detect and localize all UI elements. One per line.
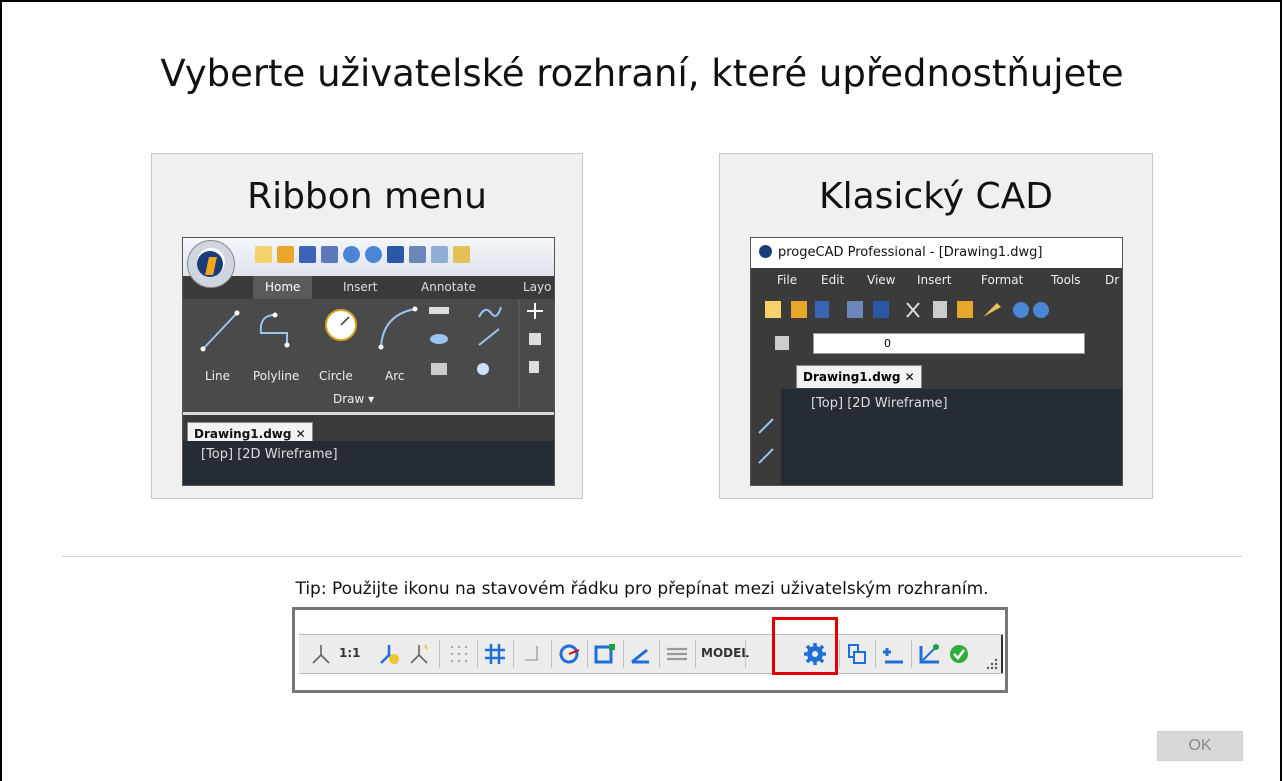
print-icon <box>409 246 426 263</box>
save-as-icon <box>321 246 338 263</box>
polyline-tool-label: Polyline <box>253 369 300 383</box>
progecad-logo-icon <box>187 240 235 288</box>
save-icon <box>299 246 316 263</box>
menu-tools: Tools <box>1051 273 1081 287</box>
ribbon-menu-option[interactable]: Ribbon menu Home Insert Annotate Layo Li… <box>151 153 583 499</box>
statusbar-preview-image: 1:1 MODEL <box>292 607 1008 693</box>
dynamic-input-icon <box>631 648 649 664</box>
ribbon-draw-panel: Line Polyline Circle Arc Draw ▾ <box>183 299 554 412</box>
quick-access-toolbar <box>183 238 554 276</box>
close-icon: ✕ <box>904 370 915 384</box>
drawing-tab-label: Drawing1.dwg <box>803 370 901 384</box>
side-toolbar <box>751 389 781 485</box>
classic-toolbar <box>751 293 1122 327</box>
viewport: [Top] [2D Wireframe] <box>751 389 1122 485</box>
ribbon-tabs: Home Insert Annotate Layo <box>183 276 554 299</box>
menu-draw: Dr <box>1105 273 1120 287</box>
undo-icon <box>343 246 360 263</box>
window-title-bar: progeCAD Professional - [Drawing1.dwg] <box>751 238 1122 268</box>
ribbon-tab-insert: Insert <box>343 280 378 294</box>
polar-tracking-icon <box>559 644 580 664</box>
draw-panel-label: Draw ▾ <box>333 392 375 406</box>
ucs-icon <box>883 648 903 664</box>
open-file-icon <box>277 246 294 263</box>
classic-menubar: File Edit View Insert Format Tools Dr <box>751 268 1122 293</box>
match-properties-icon <box>453 246 470 263</box>
selection-cycling-icon <box>848 644 866 664</box>
ribbon-tab-annotate: Annotate <box>421 280 476 294</box>
dialog-heading: Vyberte uživatelské rozhraní, které upře… <box>160 52 1124 95</box>
document-tabs: Drawing1.dwg ✕ <box>751 358 1122 390</box>
statusbar: 1:1 MODEL <box>299 634 1003 674</box>
grid-icon <box>485 644 505 664</box>
ribbon-preview-image: Home Insert Annotate Layo Line Polyline … <box>182 237 555 486</box>
drawing-tab: Drawing1.dwg ✕ <box>796 365 922 388</box>
tip-text: Tip: Použijte ikonu na stavovém řádku pr… <box>295 579 989 599</box>
properties-icon <box>431 246 448 263</box>
line-tool-label: Line <box>205 369 231 383</box>
annotation-scale-icon <box>312 645 330 664</box>
ribbon-menu-title: Ribbon menu <box>247 176 487 217</box>
toolbar-icons <box>765 301 1049 318</box>
window-title: progeCAD Professional - [Drawing1.dwg] <box>778 245 1043 260</box>
ribbon-tab-layout: Layo <box>523 280 552 294</box>
close-icon: ✕ <box>295 427 306 441</box>
object-snap-icon <box>594 644 615 664</box>
menu-view: View <box>867 273 896 287</box>
layer-icons <box>775 336 789 350</box>
classic-preview-image: progeCAD Professional - [Drawing1.dwg] F… <box>750 237 1123 486</box>
viewport: [Top] [2D Wireframe] <box>183 441 554 485</box>
resize-grip-icon <box>986 658 998 670</box>
circle-tool-label: Circle <box>319 369 353 383</box>
lineweight-icon <box>667 647 687 661</box>
drawing-tab-label: Drawing1.dwg <box>194 427 292 441</box>
document-tabs: Drawing1.dwg ✕ <box>183 415 554 445</box>
classic-cad-title: Klasický CAD <box>818 176 1054 217</box>
ribbon-tab-home: Home <box>253 276 313 299</box>
print-preview-icon <box>387 246 404 263</box>
layer-value: 0 <box>884 337 891 350</box>
classic-cad-option[interactable]: Klasický CAD progeCAD Professional - [Dr… <box>719 153 1153 499</box>
viewport-label: [Top] [2D Wireframe] <box>201 447 338 462</box>
status-ok-icon <box>950 645 968 663</box>
ok-button[interactable]: OK <box>1157 731 1243 761</box>
side-tool-icons <box>758 418 774 464</box>
progecad-icon <box>759 245 772 258</box>
menu-edit: Edit <box>821 273 845 287</box>
dynamic-ucs-icon <box>919 644 939 664</box>
annotation-visibility-icon <box>380 645 399 664</box>
menu-insert: Insert <box>917 273 952 287</box>
menu-file: File <box>777 273 798 287</box>
layer-toolbar: 0 <box>751 327 1122 358</box>
auto-scale-icon <box>410 644 428 664</box>
snap-icon <box>450 645 468 663</box>
workspace-switch-highlight <box>772 617 838 675</box>
viewport-label: [Top] [2D Wireframe] <box>811 396 948 411</box>
layer-dropdown: 0 <box>813 333 1085 354</box>
model-button: MODEL <box>701 646 749 660</box>
new-file-icon <box>255 246 272 263</box>
separator <box>62 556 1242 557</box>
arc-tool-label: Arc <box>385 369 405 383</box>
scale-text: 1:1 <box>339 646 361 660</box>
menu-format: Format <box>981 273 1024 287</box>
redo-icon <box>365 246 382 263</box>
ortho-icon <box>525 646 538 661</box>
